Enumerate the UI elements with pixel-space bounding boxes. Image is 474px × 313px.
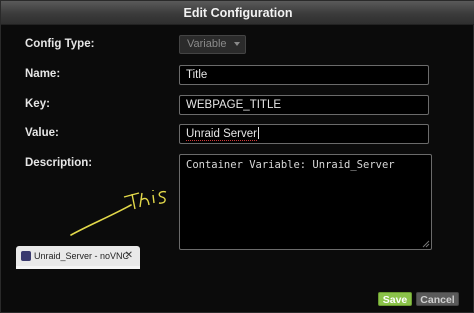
value-text: Unraid Server bbox=[186, 128, 257, 141]
chevron-down-icon bbox=[234, 42, 240, 46]
browser-tab-title: Unraid_Server - noVNC bbox=[34, 251, 130, 261]
config-type-select[interactable]: Variable bbox=[179, 35, 246, 54]
key-label: Key: bbox=[25, 98, 50, 110]
handwritten-annotation bbox=[70, 190, 167, 236]
key-value: WEBPAGE_TITLE bbox=[186, 99, 282, 111]
description-label: Description: bbox=[25, 157, 93, 169]
description-value: Container Variable: Unraid_Server bbox=[186, 159, 395, 171]
description-textarea[interactable]: Container Variable: Unraid_Server bbox=[179, 154, 432, 250]
cancel-button[interactable]: Cancel bbox=[416, 292, 459, 306]
value-label: Value: bbox=[25, 127, 59, 139]
name-label: Name: bbox=[25, 68, 61, 80]
edit-configuration-dialog: Edit Configuration Config Type: Variable… bbox=[0, 0, 474, 313]
name-field[interactable]: Title bbox=[179, 65, 429, 85]
active-tab-indicator bbox=[16, 266, 140, 269]
save-button[interactable]: Save bbox=[378, 292, 412, 306]
text-caret bbox=[257, 127, 259, 139]
name-value: Title bbox=[186, 69, 208, 81]
config-type-label: Config Type: bbox=[25, 38, 95, 50]
key-field[interactable]: WEBPAGE_TITLE bbox=[179, 95, 429, 115]
browser-tab[interactable]: Unraid_Server - noVNC ✕ bbox=[16, 246, 140, 266]
value-field[interactable]: Unraid Server bbox=[179, 124, 429, 144]
close-icon[interactable]: ✕ bbox=[125, 246, 133, 266]
novnc-favicon-icon bbox=[21, 251, 31, 261]
resize-handle-icon[interactable] bbox=[422, 240, 430, 248]
config-type-value: Variable bbox=[187, 38, 227, 50]
dialog-title: Edit Configuration bbox=[1, 1, 474, 25]
